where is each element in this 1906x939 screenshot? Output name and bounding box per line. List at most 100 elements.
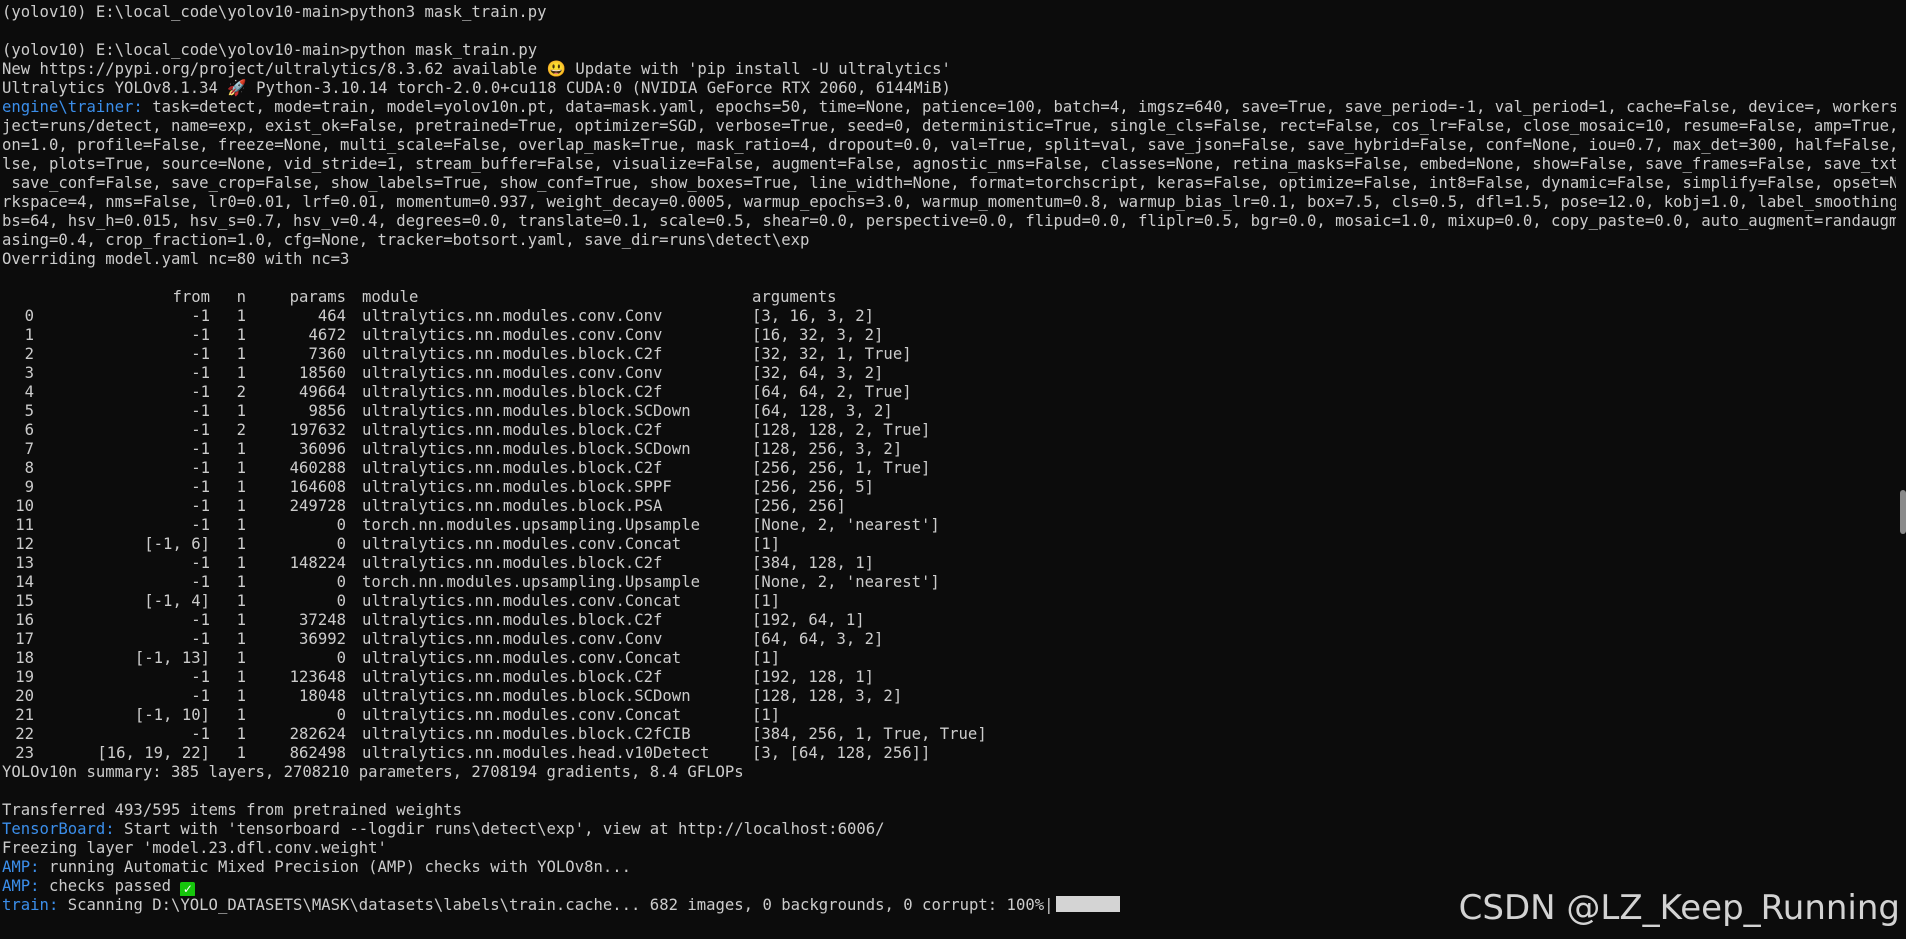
cell-arguments: [192, 128, 1] xyxy=(752,668,875,686)
cell-module: ultralytics.nn.modules.block.C2f xyxy=(362,345,663,363)
header-arguments: arguments xyxy=(752,288,837,306)
amp-prefix: AMP: xyxy=(2,877,40,895)
cell-idx: 17 xyxy=(15,630,34,648)
cell-n: 1 xyxy=(236,706,246,724)
check-mark-icon: ✓ xyxy=(180,882,196,896)
cell-idx: 19 xyxy=(15,668,34,686)
table-row: 0 -1 1 464 ultralytics.nn.modules.conv.Conv [… xyxy=(2,307,1896,326)
cell-from: [-1, 4] xyxy=(144,592,210,610)
cell-idx: 21 xyxy=(15,706,34,724)
cell-params: 0 xyxy=(336,706,346,724)
cell-from: [16, 19, 22] xyxy=(97,744,210,762)
summary-line: YOLOv10n summary: 385 layers, 2708210 pa… xyxy=(2,763,744,781)
module-table-header: from n params module arguments xyxy=(2,288,1896,307)
cell-from: -1 xyxy=(191,554,210,572)
cell-n: 2 xyxy=(236,421,246,439)
cell-n: 1 xyxy=(236,630,246,648)
tensorboard-prefix: TensorBoard: xyxy=(2,820,115,838)
cell-params: 0 xyxy=(336,535,346,553)
scrollbar-thumb[interactable] xyxy=(1900,490,1906,534)
cell-arguments: [256, 256, 5] xyxy=(752,478,875,496)
cell-idx: 2 xyxy=(24,345,34,363)
table-row: 6 -1 2 197632 ultralytics.nn.modules.block.C… xyxy=(2,421,1896,440)
cell-params: 282624 xyxy=(289,725,346,743)
module-table-body: 0 -1 1 464 ultralytics.nn.modules.conv.Conv[… xyxy=(2,307,1896,763)
cell-module: ultralytics.nn.modules.conv.Concat xyxy=(362,706,682,724)
cell-module: ultralytics.nn.modules.block.PSA xyxy=(362,497,663,515)
cell-params: 0 xyxy=(336,516,346,534)
cell-params: 36096 xyxy=(299,440,346,458)
cell-n: 2 xyxy=(236,383,246,401)
cell-n: 1 xyxy=(236,668,246,686)
cell-from: -1 xyxy=(191,725,210,743)
cell-from: -1 xyxy=(191,497,210,515)
cell-arguments: [192, 64, 1] xyxy=(752,611,865,629)
cell-from: -1 xyxy=(191,668,210,686)
table-row: 12 [-1, 6] 1 0 ultralytics.nn.modules.conv.C… xyxy=(2,535,1896,554)
prompt-line: (yolov10) E:\local_code\yolov10-main>pyt… xyxy=(2,3,547,21)
cell-from: -1 xyxy=(191,611,210,629)
table-row: 7 -1 1 36096 ultralytics.nn.modules.block.SC… xyxy=(2,440,1896,459)
cell-n: 1 xyxy=(236,402,246,420)
amp-text: checks passed xyxy=(39,877,181,895)
cell-module: ultralytics.nn.modules.head.v10Detect xyxy=(362,744,710,762)
table-row: 19 -1 1 123648 ultralytics.nn.modules.block.… xyxy=(2,668,1896,687)
header-n: n xyxy=(236,288,246,306)
cell-arguments: [1] xyxy=(752,535,781,553)
cell-module: ultralytics.nn.modules.conv.Conv xyxy=(362,307,663,325)
table-row: 9 -1 1 164608 ultralytics.nn.modules.block.S… xyxy=(2,478,1896,497)
cell-module: ultralytics.nn.modules.conv.Conv xyxy=(362,630,663,648)
engine-args-line: rkspace=4, nms=False, lr0=0.01, lrf=0.01… xyxy=(2,193,1896,211)
cell-n: 1 xyxy=(236,459,246,477)
cell-params: 460288 xyxy=(289,459,346,477)
engine-args-line: save_conf=False, save_crop=False, show_l… xyxy=(2,174,1896,192)
cell-params: 0 xyxy=(336,592,346,610)
cell-n: 1 xyxy=(236,573,246,591)
cell-params: 0 xyxy=(336,573,346,591)
env-info-line: Ultralytics YOLOv8.1.34 🚀 Python-3.10.14… xyxy=(2,79,1896,98)
cell-module: torch.nn.modules.upsampling.Upsample xyxy=(362,573,700,591)
cell-params: 4672 xyxy=(308,326,346,344)
cell-arguments: [3, 16, 3, 2] xyxy=(752,307,875,325)
cell-module: ultralytics.nn.modules.block.SCDown xyxy=(362,687,691,705)
cell-arguments: [384, 256, 1, True, True] xyxy=(752,725,987,743)
cell-params: 49664 xyxy=(299,383,346,401)
cell-arguments: [1] xyxy=(752,706,781,724)
cell-arguments: [32, 32, 1, True] xyxy=(752,345,912,363)
cell-arguments: [64, 128, 3, 2] xyxy=(752,402,893,420)
cell-from: -1 xyxy=(191,630,210,648)
cell-n: 1 xyxy=(236,649,246,667)
cell-n: 1 xyxy=(236,440,246,458)
cell-module: ultralytics.nn.modules.conv.Conv xyxy=(362,326,663,344)
cell-arguments: [32, 64, 3, 2] xyxy=(752,364,884,382)
terminal-output[interactable]: (yolov10) E:\local_code\yolov10-main>pyt… xyxy=(2,3,1896,915)
cell-module: ultralytics.nn.modules.conv.Concat xyxy=(362,592,682,610)
cell-params: 148224 xyxy=(289,554,346,572)
table-row: 18 [-1, 13] 1 0 ultralytics.nn.modules.conv.… xyxy=(2,649,1896,668)
progress-block xyxy=(1055,896,1120,912)
cell-idx: 22 xyxy=(15,725,34,743)
table-row: 1 -1 1 4672 ultralytics.nn.modules.conv.Conv… xyxy=(2,326,1896,345)
cell-n: 1 xyxy=(236,516,246,534)
cell-params: 164608 xyxy=(289,478,346,496)
cell-idx: 5 xyxy=(24,402,34,420)
cell-arguments: [64, 64, 3, 2] xyxy=(752,630,884,648)
train-text: Scanning D:\YOLO_DATASETS\MASK\datasets\… xyxy=(58,896,1054,914)
cell-n: 1 xyxy=(236,307,246,325)
engine-args-line: asing=0.4, crop_fraction=1.0, cfg=None, … xyxy=(2,231,810,249)
engine-args-line: on=1.0, profile=False, freeze=None, mult… xyxy=(2,136,1896,154)
header-params: params xyxy=(289,288,346,306)
cell-idx: 10 xyxy=(15,497,34,515)
cell-arguments: [128, 128, 2, True] xyxy=(752,421,931,439)
table-row: 5 -1 1 9856 ultralytics.nn.modules.block.SCD… xyxy=(2,402,1896,421)
cell-arguments: [None, 2, 'nearest'] xyxy=(752,573,940,591)
watermark: CSDN @LZ_Keep_Running xyxy=(1458,888,1900,928)
override-line: Overriding model.yaml nc=80 with nc=3 xyxy=(2,250,350,268)
cell-idx: 15 xyxy=(15,592,34,610)
cell-n: 1 xyxy=(236,497,246,515)
transferred-line: Transferred 493/595 items from pretraine… xyxy=(2,801,463,819)
cell-n: 1 xyxy=(236,364,246,382)
cell-idx: 6 xyxy=(24,421,34,439)
cell-idx: 14 xyxy=(15,573,34,591)
cell-idx: 0 xyxy=(24,307,34,325)
